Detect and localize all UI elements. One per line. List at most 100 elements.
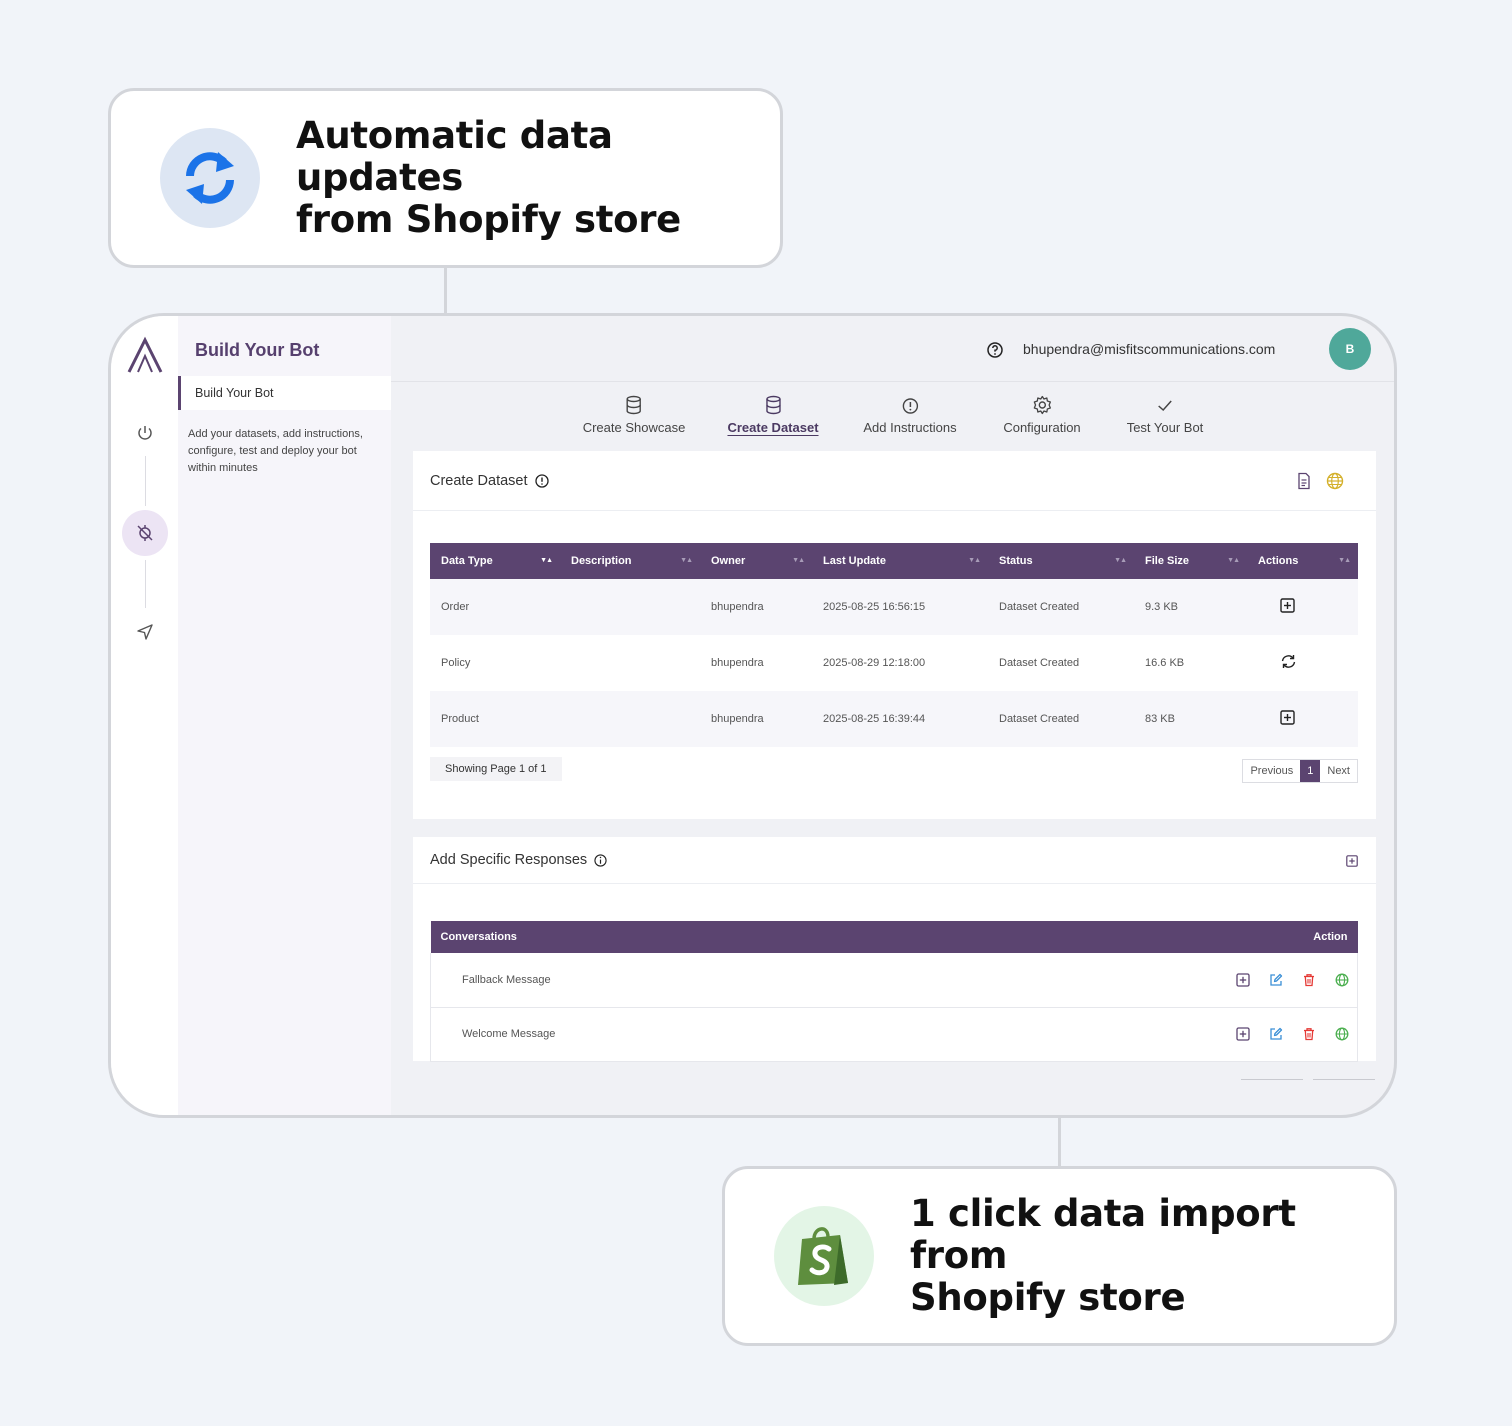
check-icon — [1158, 400, 1173, 412]
column-header[interactable]: Actions ▼▲ — [1247, 543, 1358, 579]
column-label: Data Type — [441, 555, 493, 567]
table-row: Welcome Message — [430, 1007, 1359, 1062]
step-label: Create Dataset — [727, 420, 819, 435]
globe-icon[interactable] — [1335, 1027, 1349, 1041]
sync-icon — [160, 128, 260, 228]
column-header[interactable]: Description ▼▲ — [560, 543, 700, 579]
plus-square-icon[interactable] — [1280, 710, 1295, 725]
sort-icon[interactable]: ▼▲ — [1338, 557, 1351, 564]
cell-actions — [1247, 579, 1358, 635]
sort-icon[interactable]: ▼▲ — [680, 557, 693, 564]
card-header-actions — [1296, 472, 1344, 495]
step-label: Configuration — [1003, 420, 1081, 435]
cell-status: Dataset Created — [988, 579, 1134, 635]
sort-icon[interactable]: ▼▲ — [792, 557, 805, 564]
card-title: Add Specific Responses — [430, 852, 588, 868]
step-label: Create Showcase — [582, 420, 686, 435]
column-header[interactable]: Data Type ▼▲ — [430, 543, 560, 579]
cell-last-update: 2025-08-25 16:56:15 — [812, 579, 988, 635]
dataset-table: Data Type ▼▲ Description ▼▲ Owner ▼▲ Last U… — [430, 543, 1358, 747]
column-header: Conversations — [430, 921, 872, 953]
sidebar-title: Build Your Bot — [195, 340, 320, 360]
column-header[interactable]: Status ▼▲ — [988, 543, 1134, 579]
sort-icon[interactable]: ▼▲ — [540, 557, 553, 564]
prev-page-button[interactable]: Previous — [1243, 760, 1300, 782]
table-header-row: Conversations Action — [430, 921, 1358, 953]
page-number-button[interactable]: 1 — [1300, 760, 1321, 782]
shopify-bag-icon — [774, 1206, 874, 1306]
cell-owner: bhupendra — [711, 657, 764, 669]
plus-square-icon[interactable] — [1236, 1027, 1250, 1041]
app-window: Build Your Bot Build Your Bot Add your d… — [108, 313, 1397, 1118]
plus-square-icon[interactable] — [1236, 973, 1250, 987]
sidebar: Build Your Bot Build Your Bot Add your d… — [178, 316, 391, 1115]
rail-divider — [145, 456, 146, 506]
column-label: Status — [999, 555, 1033, 567]
page-info: Showing Page 1 of 1 — [430, 757, 562, 781]
sidebar-item-build-your-bot[interactable]: Build Your Bot — [178, 376, 391, 410]
table-row: Product bhupendra 2025-08-25 16:39:44 Da… — [430, 691, 1358, 747]
next-page-button[interactable]: Next — [1320, 760, 1357, 782]
tab-configuration[interactable]: Configuration — [1003, 394, 1081, 435]
responses-card: Add Specific Responses Conversations Act… — [413, 837, 1376, 1062]
table-row: Fallback Message — [430, 953, 1359, 1008]
sort-icon[interactable]: ▼▲ — [1227, 557, 1240, 564]
tab-test-your-bot[interactable]: Test Your Bot — [1126, 394, 1204, 435]
top-bar: bhupendra@misfitscommunications.com B — [391, 316, 1394, 382]
trash-icon[interactable] — [1302, 973, 1316, 987]
sort-icon[interactable]: ▼▲ — [1114, 557, 1127, 564]
send-icon[interactable] — [133, 620, 157, 644]
footer-divider — [1241, 1079, 1303, 1080]
column-header[interactable]: Owner ▼▲ — [700, 543, 812, 579]
tab-add-instructions[interactable]: Add Instructions — [863, 394, 957, 435]
sort-icon[interactable]: ▼▲ — [968, 557, 981, 564]
globe-icon[interactable] — [1335, 973, 1349, 987]
avatar[interactable]: B — [1329, 328, 1371, 370]
edit-icon[interactable] — [1269, 973, 1283, 987]
step-label: Add Instructions — [863, 420, 957, 435]
callout-line: from Shopify store — [296, 198, 681, 241]
tab-create-dataset[interactable]: Create Dataset — [727, 394, 819, 435]
table-header-row: Data Type ▼▲ Description ▼▲ Owner ▼▲ Last U… — [430, 543, 1358, 579]
power-icon[interactable] — [133, 421, 157, 445]
row-actions — [871, 1007, 1359, 1062]
database-icon — [765, 395, 781, 415]
column-label: File Size — [1145, 555, 1190, 567]
cell-data-type: Policy — [441, 657, 471, 669]
gear-icon — [1033, 395, 1051, 415]
tab-create-showcase[interactable]: Create Showcase — [582, 394, 686, 435]
bot-build-icon[interactable] — [122, 510, 168, 556]
dataset-card: Create Dataset Data Type ▼▲ Description … — [413, 451, 1376, 819]
callout-text: Automatic data updates from Shopify stor… — [296, 115, 780, 241]
globe-icon[interactable] — [1326, 472, 1344, 495]
connector-line — [444, 268, 447, 315]
column-header[interactable]: File Size ▼▲ — [1134, 543, 1247, 579]
card-header-actions — [1346, 854, 1358, 872]
step-label: Test Your Bot — [1126, 420, 1204, 435]
cell-description — [560, 579, 700, 635]
plus-square-icon[interactable] — [1280, 598, 1295, 613]
help-icon[interactable] — [987, 342, 1003, 363]
callout-text: 1 click data import from Shopify store — [910, 1193, 1394, 1319]
callout-line: Automatic data updates — [296, 114, 613, 199]
row-actions — [871, 953, 1359, 1008]
pagination: Previous 1 Next — [1242, 759, 1358, 783]
cell-owner: bhupendra — [700, 579, 812, 635]
trash-icon[interactable] — [1302, 1027, 1316, 1041]
info-icon[interactable] — [534, 473, 549, 488]
document-icon[interactable] — [1296, 472, 1312, 495]
sync-icon[interactable] — [1280, 654, 1297, 669]
cell-actions — [1247, 635, 1358, 691]
plus-square-icon[interactable] — [1346, 854, 1358, 872]
user-email[interactable]: bhupendra@misfitscommunications.com — [1023, 341, 1275, 357]
card-title: Create Dataset — [430, 472, 528, 489]
card-header: Add Specific Responses — [413, 837, 1376, 884]
alert-circle-icon — [902, 398, 918, 414]
callout-one-click-import: 1 click data import from Shopify store — [722, 1166, 1397, 1346]
edit-icon[interactable] — [1269, 1027, 1283, 1041]
cell-file-size: 83 KB — [1134, 691, 1247, 747]
column-header[interactable]: Last Update ▼▲ — [812, 543, 988, 579]
conversation-name: Fallback Message — [430, 953, 872, 1008]
brand-logo-icon[interactable] — [125, 336, 165, 381]
info-icon[interactable] — [594, 853, 607, 867]
